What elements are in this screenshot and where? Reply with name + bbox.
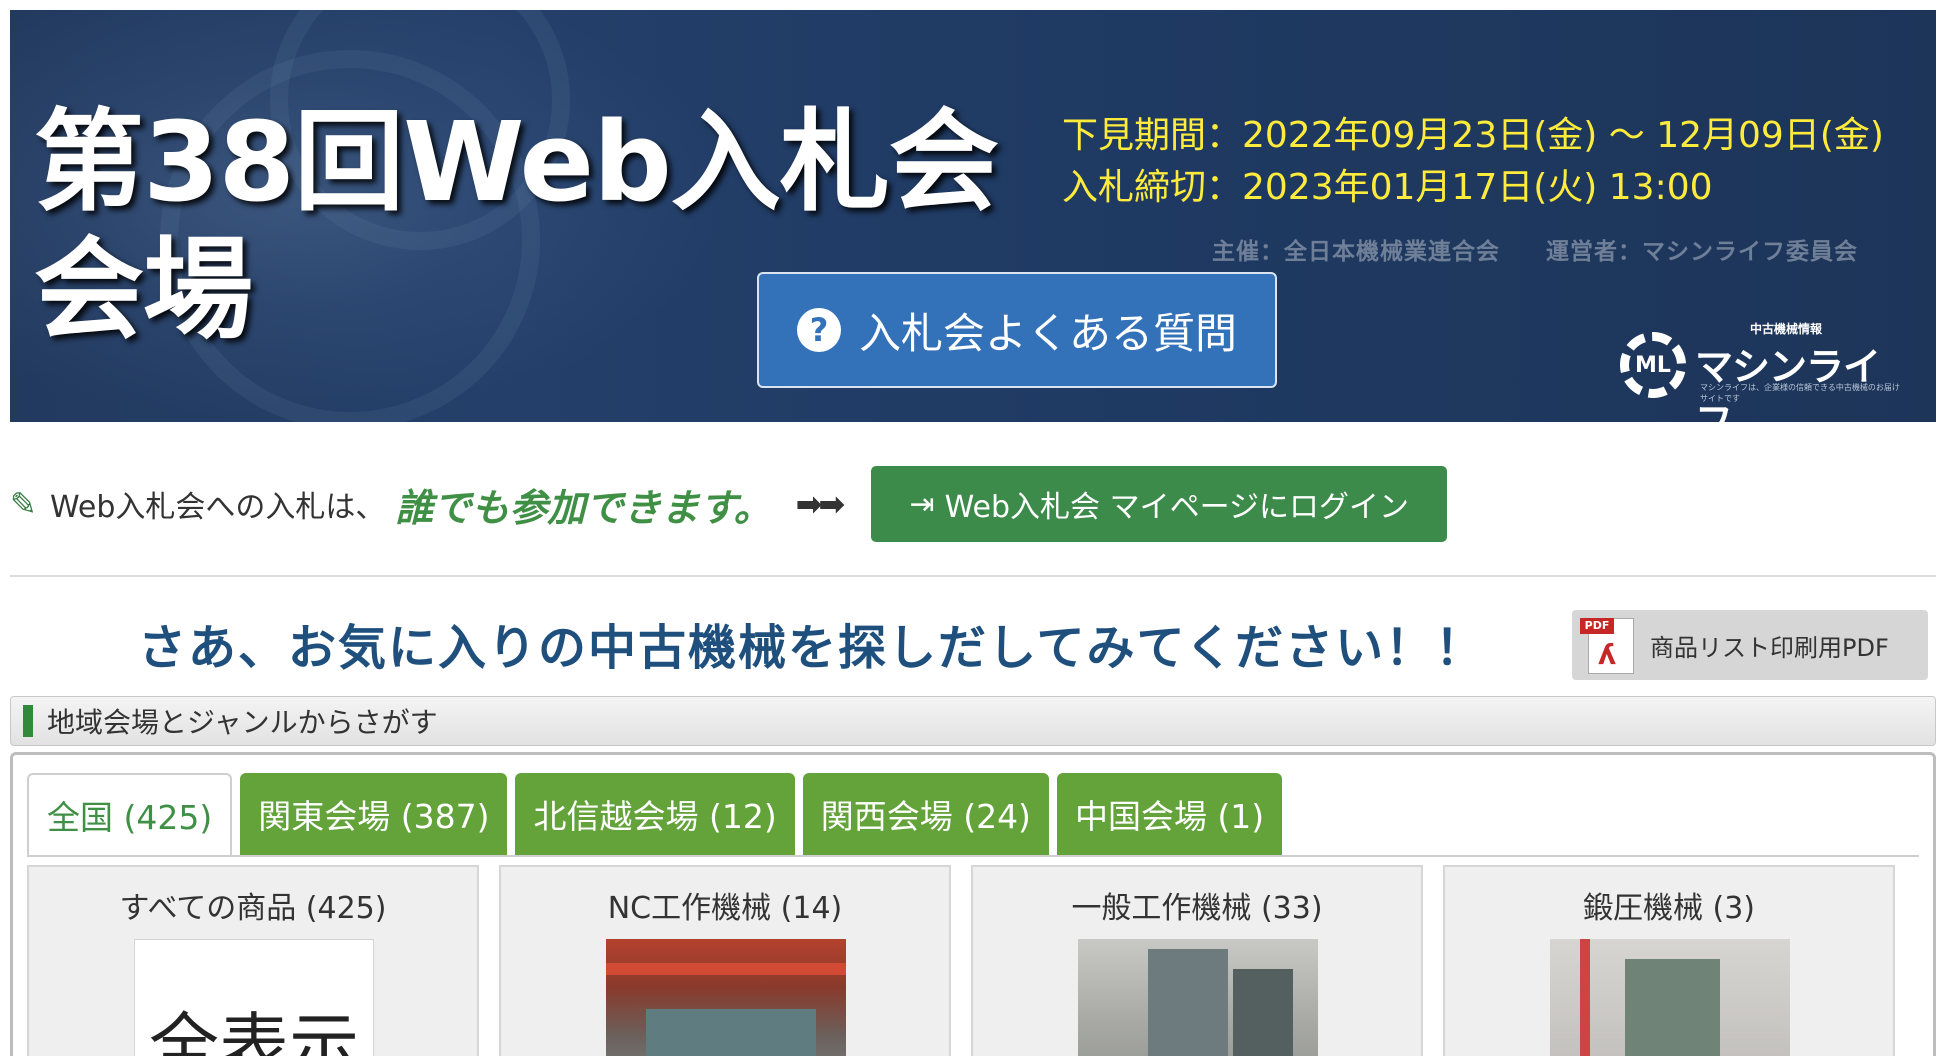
category-title: 鍛圧機械 (3) [1582,891,1756,926]
edit-icon: ✎ [10,485,37,523]
category-thumbnail: 全表示 [134,939,374,1056]
section-header-label: 地域会場とジャンルからさがす [47,706,438,739]
logo-wordmark: マシンライフ [1695,345,1881,422]
double-arrow-icon: ➡➡ [795,485,846,523]
region-tabs: 全国 (425) 関東会場 (387) 北信越会場 (12) 関西会場 (24)… [27,773,1283,855]
machinelife-logo[interactable]: ML 中古機械情報 マシンライフ マシンライフは、企業様の信頼できる中古機械のお… [1620,320,1900,422]
participation-lead: Web入札会への入札は、 [50,490,386,525]
section-header: 地域会場とジャンルからさがす [10,696,1936,746]
operator-text: 運営者：マシンライフ委員会 [1546,239,1858,265]
faq-button[interactable]: ? 入札会よくある質問 [757,272,1277,388]
faq-button-label: 入札会よくある質問 [858,308,1237,358]
gear-logo-icon: ML [1620,332,1686,398]
category-card-general[interactable]: 一般工作機械 (33) [971,865,1423,1056]
logo-subtitle: 中古機械情報 [1750,322,1823,336]
category-card-nc[interactable]: NC工作機械 (14) [499,865,951,1056]
tab-all[interactable]: 全国 (425) [27,773,233,855]
question-circle-icon: ? [796,308,841,352]
region-genre-panel: 全国 (425) 関東会場 (387) 北信越会場 (12) 関西会場 (24)… [10,752,1936,1056]
organizer-text: 主催：全日本機械業連合会 [1212,239,1500,265]
preview-period: 下見期間：2022年09月23日(金) 〜 12月09日(金) [1062,115,1884,156]
page-title-line1: 第38回Web入札会 [34,98,999,226]
logo-tagline: マシンライフは、企業様の信頼できる中古機械のお届けサイトです [1700,383,1900,403]
pdf-button-label: 商品リスト印刷用PDF [1650,633,1889,662]
tab-hokushinetsu[interactable]: 北信越会場 (12) [515,773,795,855]
category-card-all[interactable]: すべての商品 (425) 全表示 [27,865,479,1056]
tab-kanto[interactable]: 関東会場 (387) [240,773,508,855]
category-cards: すべての商品 (425) 全表示 NC工作機械 (14) 一般工作機械 (33)… [27,865,1895,1056]
pdf-icon: PDF ʎ [1578,614,1642,676]
tabs-underline [27,855,1919,857]
mypage-login-button[interactable]: ⇥ Web入札会 マイページにログイン [871,466,1448,542]
header-banner: 第38回Web入札会 会場 下見期間：2022年09月23日(金) 〜 12月0… [10,10,1936,422]
category-title: 一般工作機械 (33) [1071,891,1323,926]
category-thumbnail [606,939,846,1056]
category-title: すべての商品 (425) [119,891,387,926]
section-marker [23,705,33,737]
sign-in-icon: ⇥ [909,486,935,522]
category-title: NC工作機械 (14) [607,891,843,926]
schedule-info: 下見期間：2022年09月23日(金) 〜 12月09日(金) 入札締切：202… [1062,110,1884,214]
category-card-press[interactable]: 鍛圧機械 (3) [1443,865,1895,1056]
category-thumbnail [1078,939,1318,1056]
tab-chugoku[interactable]: 中国会場 (1) [1056,773,1283,855]
all-display-text: 全表示 [149,1005,359,1056]
catch-phrase: さあ、お気に入りの中古機械を探しだしてみてください！！ [138,620,1486,676]
category-thumbnail [1550,939,1790,1056]
organizer-info: 主催：全日本機械業連合会 運営者：マシンライフ委員会 [1212,232,1858,266]
divider [10,575,1936,577]
login-button-label: Web入札会 マイページにログイン [944,490,1409,525]
tab-kansai[interactable]: 関西会場 (24) [802,773,1049,855]
participation-emphasis: 誰でも参加できます。 [395,485,772,530]
participation-row: ✎ Web入札会への入札は、 誰でも参加できます。 ➡➡ ⇥ Web入札会 マイ… [10,466,1936,542]
bid-deadline: 入札締切：2023年01月17日(火) 13:00 [1062,167,1713,208]
pdf-list-button[interactable]: PDF ʎ 商品リスト印刷用PDF [1572,610,1928,680]
